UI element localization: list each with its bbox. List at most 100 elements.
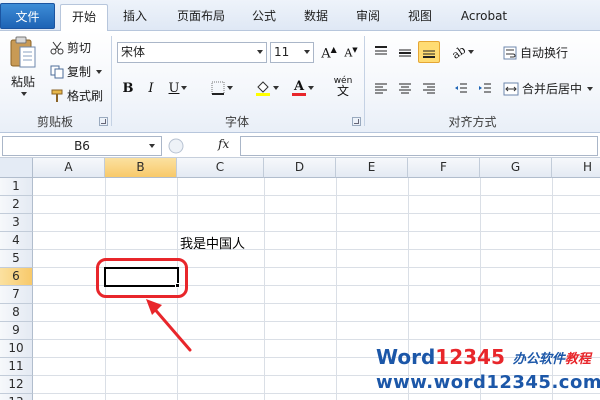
- merge-center-label: 合并后居中: [522, 82, 583, 96]
- watermark-tag-red: 教程: [564, 351, 591, 367]
- tab-acrobat[interactable]: Acrobat: [452, 4, 516, 31]
- copy-label: 复制: [67, 65, 92, 79]
- column-header-g[interactable]: G: [480, 158, 552, 178]
- column-header-d[interactable]: D: [264, 158, 336, 178]
- align-center-button[interactable]: [394, 77, 416, 99]
- paste-dropdown-icon[interactable]: [21, 92, 27, 96]
- clipboard-launcher-icon[interactable]: [99, 117, 108, 126]
- tab-file[interactable]: 文件: [0, 3, 55, 29]
- watermark-tag: 办公软件教程: [513, 348, 591, 367]
- tab-view[interactable]: 视图: [400, 4, 440, 31]
- border-icon: [211, 81, 225, 95]
- font-family-select[interactable]: 宋体: [117, 42, 267, 63]
- paste-button[interactable]: 粘贴: [8, 35, 38, 96]
- row-header[interactable]: 10: [0, 340, 33, 358]
- clipboard-group-label: 剪贴板: [36, 115, 73, 129]
- tab-data[interactable]: 数据: [296, 4, 336, 31]
- row-header[interactable]: 8: [0, 304, 33, 322]
- ribbon-tab-bar: 文件 开始 插入 页面布局 公式 数据 审阅 视图 Acrobat: [0, 0, 600, 32]
- row-header[interactable]: 13: [0, 394, 33, 400]
- font-launcher-icon[interactable]: [352, 117, 361, 126]
- row-header-selected[interactable]: 6: [0, 268, 33, 286]
- paint-bucket-icon: [256, 81, 270, 96]
- copy-dropdown-icon[interactable]: [96, 69, 103, 74]
- tab-page-layout[interactable]: 页面布局: [168, 4, 234, 31]
- align-right-button[interactable]: [418, 77, 440, 99]
- column-header-a[interactable]: A: [33, 158, 105, 178]
- cut-label: 剪切: [67, 41, 92, 55]
- bold-icon: B: [122, 80, 134, 96]
- annotation-arrow-icon: [146, 299, 192, 352]
- font-size-select[interactable]: 11: [270, 42, 314, 63]
- copy-button[interactable]: 复制: [50, 63, 103, 80]
- increase-indent-button[interactable]: [474, 77, 496, 99]
- excel-window: 文件 开始 插入 页面布局 公式 数据 审阅 视图 Acrobat 粘贴 剪切 …: [0, 0, 600, 400]
- row-header[interactable]: 7: [0, 286, 33, 304]
- grow-font-button[interactable]: A▲: [318, 42, 340, 64]
- formula-bar-grip-icon[interactable]: [168, 138, 184, 154]
- row-header[interactable]: 9: [0, 322, 33, 340]
- name-box[interactable]: B6: [2, 136, 162, 156]
- select-all-corner[interactable]: [0, 158, 33, 178]
- grow-font-icon: A▲: [321, 44, 337, 62]
- italic-icon: I: [148, 80, 154, 96]
- chevron-down-icon: [227, 86, 233, 90]
- annotation-highlight-ring: [96, 258, 188, 298]
- align-middle-button[interactable]: [394, 41, 416, 63]
- tab-insert[interactable]: 插入: [115, 4, 155, 31]
- column-header-f[interactable]: F: [408, 158, 480, 178]
- align-center-icon: [399, 83, 411, 94]
- tab-review[interactable]: 审阅: [348, 4, 388, 31]
- chevron-down-icon: [467, 50, 474, 54]
- column-header-h[interactable]: H: [552, 158, 600, 178]
- formula-bar: B6 fx: [0, 134, 600, 158]
- row-header[interactable]: 3: [0, 214, 33, 232]
- gridline: [33, 213, 600, 214]
- paste-label: 粘贴: [10, 75, 35, 89]
- chevron-down-icon: [304, 50, 310, 54]
- borders-button[interactable]: [205, 77, 239, 99]
- wrap-text-button[interactable]: 自动换行: [503, 44, 568, 61]
- wrap-text-label: 自动换行: [520, 46, 569, 60]
- align-left-icon: [375, 83, 387, 94]
- row-header[interactable]: 2: [0, 196, 33, 214]
- align-middle-icon: [399, 49, 411, 57]
- row-header[interactable]: 4: [0, 232, 33, 250]
- font-color-button[interactable]: A: [286, 77, 320, 99]
- cut-button[interactable]: 剪切: [50, 39, 91, 56]
- gridline: [33, 321, 600, 322]
- font-color-icon: A: [292, 78, 306, 96]
- font-group-label: 字体: [224, 115, 249, 129]
- bold-button[interactable]: B: [117, 77, 139, 99]
- formula-input[interactable]: [240, 136, 598, 156]
- orientation-button[interactable]: ab: [448, 41, 478, 63]
- column-header-b[interactable]: B: [105, 158, 177, 178]
- fill-color-button[interactable]: [250, 77, 284, 99]
- decrease-indent-button[interactable]: [450, 77, 472, 99]
- row-header[interactable]: 11: [0, 358, 33, 376]
- align-bottom-button[interactable]: [418, 41, 440, 63]
- row-header[interactable]: 1: [0, 178, 33, 196]
- row-header[interactable]: 12: [0, 376, 33, 394]
- merge-center-button[interactable]: 合并后居中: [503, 80, 594, 97]
- watermark-tag-text: 办公软件: [512, 351, 565, 367]
- row-header[interactable]: 5: [0, 250, 33, 268]
- gridline: [33, 303, 600, 304]
- column-header-e[interactable]: E: [336, 158, 408, 178]
- cell-c4[interactable]: 我是中国人: [180, 233, 245, 252]
- alignment-group-label: 对齐方式: [448, 115, 497, 129]
- align-left-button[interactable]: [370, 77, 392, 99]
- shrink-font-button[interactable]: A▼: [340, 42, 362, 64]
- font-family-value: 宋体: [121, 45, 146, 59]
- insert-function-icon[interactable]: fx: [218, 137, 229, 151]
- underline-button[interactable]: U: [163, 77, 193, 99]
- align-bottom-icon: [423, 50, 435, 58]
- format-painter-button[interactable]: 格式刷: [50, 87, 103, 104]
- align-top-button[interactable]: [370, 41, 392, 63]
- tab-formulas[interactable]: 公式: [244, 4, 284, 31]
- italic-button[interactable]: I: [140, 77, 162, 99]
- chevron-down-icon: [257, 50, 263, 54]
- phonetic-button[interactable]: wén 文: [326, 75, 360, 97]
- tab-home[interactable]: 开始: [60, 4, 108, 32]
- column-header-c[interactable]: C: [177, 158, 264, 178]
